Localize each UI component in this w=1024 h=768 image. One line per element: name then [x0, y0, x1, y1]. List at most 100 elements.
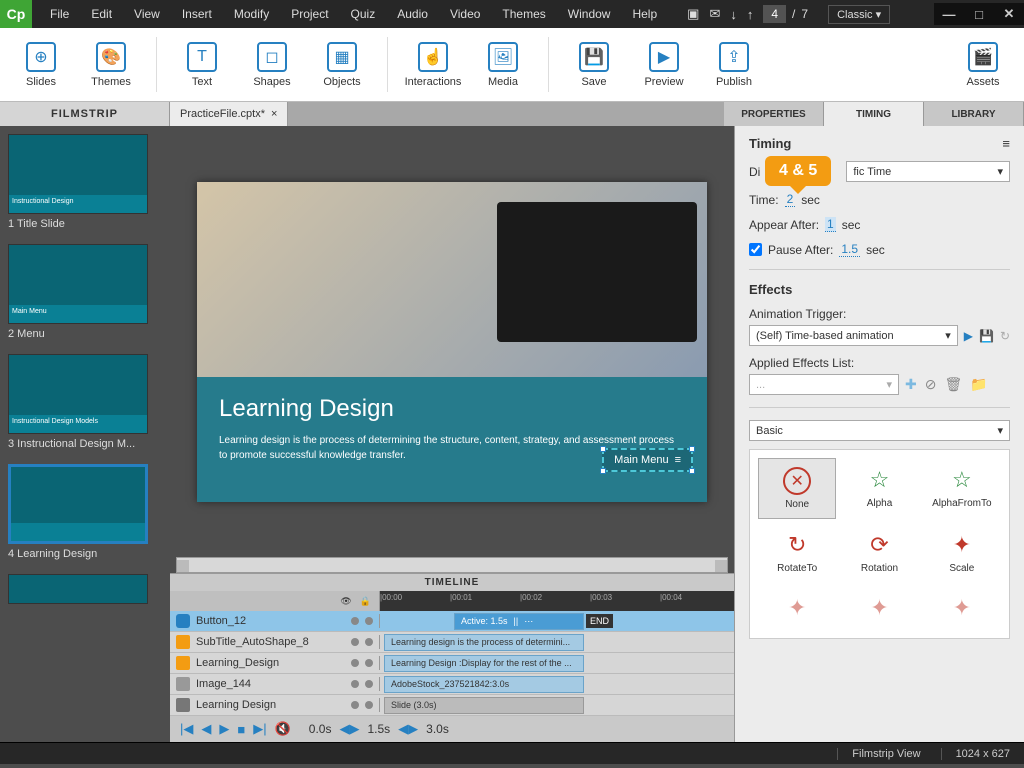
lock-icon[interactable]: 🔒	[360, 596, 371, 607]
menu-modify[interactable]: Modify	[224, 3, 279, 25]
tl-next-button[interactable]: ▶|	[253, 721, 266, 737]
tl-play-button[interactable]: ▶	[219, 721, 229, 737]
status-dimensions: 1024 x 627	[941, 748, 1010, 760]
close-button[interactable]: ✕	[994, 3, 1024, 25]
menu-project[interactable]: Project	[281, 3, 338, 25]
up-arrow-icon[interactable]: ↑	[747, 7, 754, 22]
down-arrow-icon[interactable]: ↓	[730, 7, 737, 22]
slide-hero-image	[197, 182, 707, 377]
reset-effect-icon[interactable]: ↻	[1000, 329, 1010, 343]
timeline-row[interactable]: Learning DesignSlide (3.0s)	[170, 695, 734, 716]
effect-alphafromto[interactable]: ☆AlphaFromTo	[923, 458, 1001, 519]
appear-after-value[interactable]: 1	[825, 217, 836, 232]
ribbon-publish[interactable]: ⇪Publish	[703, 34, 765, 96]
ribbon-assets[interactable]: 🎬Assets	[952, 34, 1014, 96]
effect-none[interactable]: ✕None	[758, 458, 836, 519]
tab-properties[interactable]: PROPERTIES	[724, 102, 824, 126]
ribbon-shapes[interactable]: ◻Shapes	[241, 34, 303, 96]
disable-effect-icon[interactable]: ⊘	[925, 376, 937, 393]
mail-icon[interactable]: ✉	[709, 6, 720, 22]
effect-alpha[interactable]: ☆Alpha	[840, 458, 918, 519]
menu-view[interactable]: View	[124, 3, 170, 25]
layout-icon[interactable]: ▣	[687, 6, 699, 22]
menu-audio[interactable]: Audio	[387, 3, 438, 25]
tl-mute-button[interactable]: 🔇	[275, 721, 291, 737]
animation-trigger-dropdown[interactable]: (Self) Time-based animation▾	[749, 325, 958, 346]
menu-insert[interactable]: Insert	[172, 3, 222, 25]
tl-tick: |00:01	[450, 593, 472, 602]
current-page[interactable]: 4	[763, 5, 786, 23]
timeline-ruler[interactable]: |00:00|00:01|00:02|00:03|00:04	[380, 591, 734, 611]
slide-thumb-3[interactable]: Instructional Design Models3 Instruction…	[8, 354, 162, 450]
menu-help[interactable]: Help	[622, 3, 667, 25]
effect-more[interactable]: ✦	[840, 586, 918, 630]
tab-library[interactable]: LIBRARY	[924, 102, 1024, 126]
timeline-row[interactable]: SubTitle_AutoShape_8Learning design is t…	[170, 632, 734, 653]
effect-more[interactable]: ✦	[923, 586, 1001, 630]
eye-icon[interactable]: 👁	[340, 596, 351, 607]
timeline-controls: |◀ ◀ ▶ ■ ▶| 🔇 0.0s ◀▶ 1.5s ◀▶ 3.0s	[170, 716, 734, 742]
tl-stop-button[interactable]: ■	[237, 722, 245, 737]
tl-marker1-icon[interactable]: ◀▶	[339, 721, 359, 737]
menu-edit[interactable]: Edit	[81, 3, 122, 25]
applied-effects-dropdown[interactable]: ...▾	[749, 374, 899, 395]
save-effect-icon[interactable]: 💾	[979, 329, 994, 343]
ribbon-interactions[interactable]: ☝Interactions	[402, 34, 464, 96]
effect-category-dropdown[interactable]: Basic▾	[749, 420, 1010, 441]
minimize-button[interactable]: —	[934, 3, 964, 25]
effect-more[interactable]: ✦	[758, 586, 836, 630]
tl-total: 3.0s	[426, 722, 449, 736]
timeline-row[interactable]: Button_12Active: 1.5s || ⋯END	[170, 611, 734, 632]
filmstrip-panel[interactable]: Instructional Design1 Title Slide Main Me…	[0, 126, 170, 742]
ribbon-save[interactable]: 💾Save	[563, 34, 625, 96]
ribbon-media[interactable]: 🖼Media	[472, 34, 534, 96]
canvas-area: Learning Design Learning design is the p…	[170, 126, 734, 742]
display-for-dropdown[interactable]: fic Time▾	[846, 161, 1010, 182]
ribbon-text[interactable]: TText	[171, 34, 233, 96]
menu-window[interactable]: Window	[558, 3, 621, 25]
tl-prev-button[interactable]: ◀	[201, 721, 211, 737]
menu-video[interactable]: Video	[440, 3, 490, 25]
tl-tick: |00:00	[380, 593, 402, 602]
slide-thumb-2[interactable]: Main Menu2 Menu	[8, 244, 162, 340]
delete-effect-icon[interactable]: 🗑	[944, 376, 962, 393]
workspace-dropdown[interactable]: Classic ▾	[828, 5, 890, 24]
horizontal-scrollbar[interactable]	[176, 557, 728, 573]
ribbon-toolbar: ⊕Slides🎨Themes TText◻Shapes▦Objects ☝Inter…	[0, 28, 1024, 102]
close-tab-icon[interactable]: ×	[271, 108, 277, 120]
tl-marker2-icon[interactable]: ◀▶	[398, 721, 418, 737]
main-menu-button[interactable]: Main Menu ≡	[602, 448, 693, 472]
timeline-row[interactable]: Learning_DesignLearning Design :Display …	[170, 653, 734, 674]
pause-after-checkbox[interactable]	[749, 243, 762, 256]
time-value[interactable]: 2	[785, 192, 796, 207]
panel-menu-icon[interactable]: ≡	[1002, 136, 1010, 151]
play-effect-icon[interactable]: ▶	[964, 329, 973, 343]
timeline-row[interactable]: Image_144AdobeStock_237521842:3.0s	[170, 674, 734, 695]
slide-thumb-1[interactable]: Instructional Design1 Title Slide	[8, 134, 162, 230]
file-tab[interactable]: PracticeFile.cptx* ×	[170, 102, 288, 126]
maximize-button[interactable]: □	[964, 3, 994, 25]
pause-after-label: Pause After:	[768, 243, 833, 257]
ribbon-slides[interactable]: ⊕Slides	[10, 34, 72, 96]
pause-after-value[interactable]: 1.5	[839, 242, 860, 257]
total-pages: 7	[801, 7, 808, 21]
timeline-title: TIMELINE	[170, 574, 734, 591]
save-icon: 💾	[579, 42, 609, 72]
tab-timing[interactable]: TIMING	[824, 102, 924, 126]
ribbon-preview[interactable]: ▶Preview	[633, 34, 695, 96]
ribbon-objects[interactable]: ▦Objects	[311, 34, 373, 96]
browse-effect-icon[interactable]: 📁	[970, 376, 987, 393]
effect-scale[interactable]: ✦Scale	[923, 523, 1001, 582]
menu-quiz[interactable]: Quiz	[341, 3, 386, 25]
menu-file[interactable]: File	[40, 3, 79, 25]
title-icons: ▣ ✉ ↓ ↑	[687, 6, 753, 22]
menu-themes[interactable]: Themes	[492, 3, 555, 25]
effect-rotation[interactable]: ⟳Rotation	[840, 523, 918, 582]
slide-thumb-4[interactable]: 4 Learning Design	[8, 464, 162, 560]
assets-icon: 🎬	[968, 42, 998, 72]
ribbon-themes[interactable]: 🎨Themes	[80, 34, 142, 96]
tl-first-button[interactable]: |◀	[180, 721, 193, 737]
slide-canvas[interactable]: Learning Design Learning design is the p…	[197, 182, 707, 502]
effect-rotateto[interactable]: ↻RotateTo	[758, 523, 836, 582]
add-effect-icon[interactable]: ✚	[905, 376, 917, 393]
